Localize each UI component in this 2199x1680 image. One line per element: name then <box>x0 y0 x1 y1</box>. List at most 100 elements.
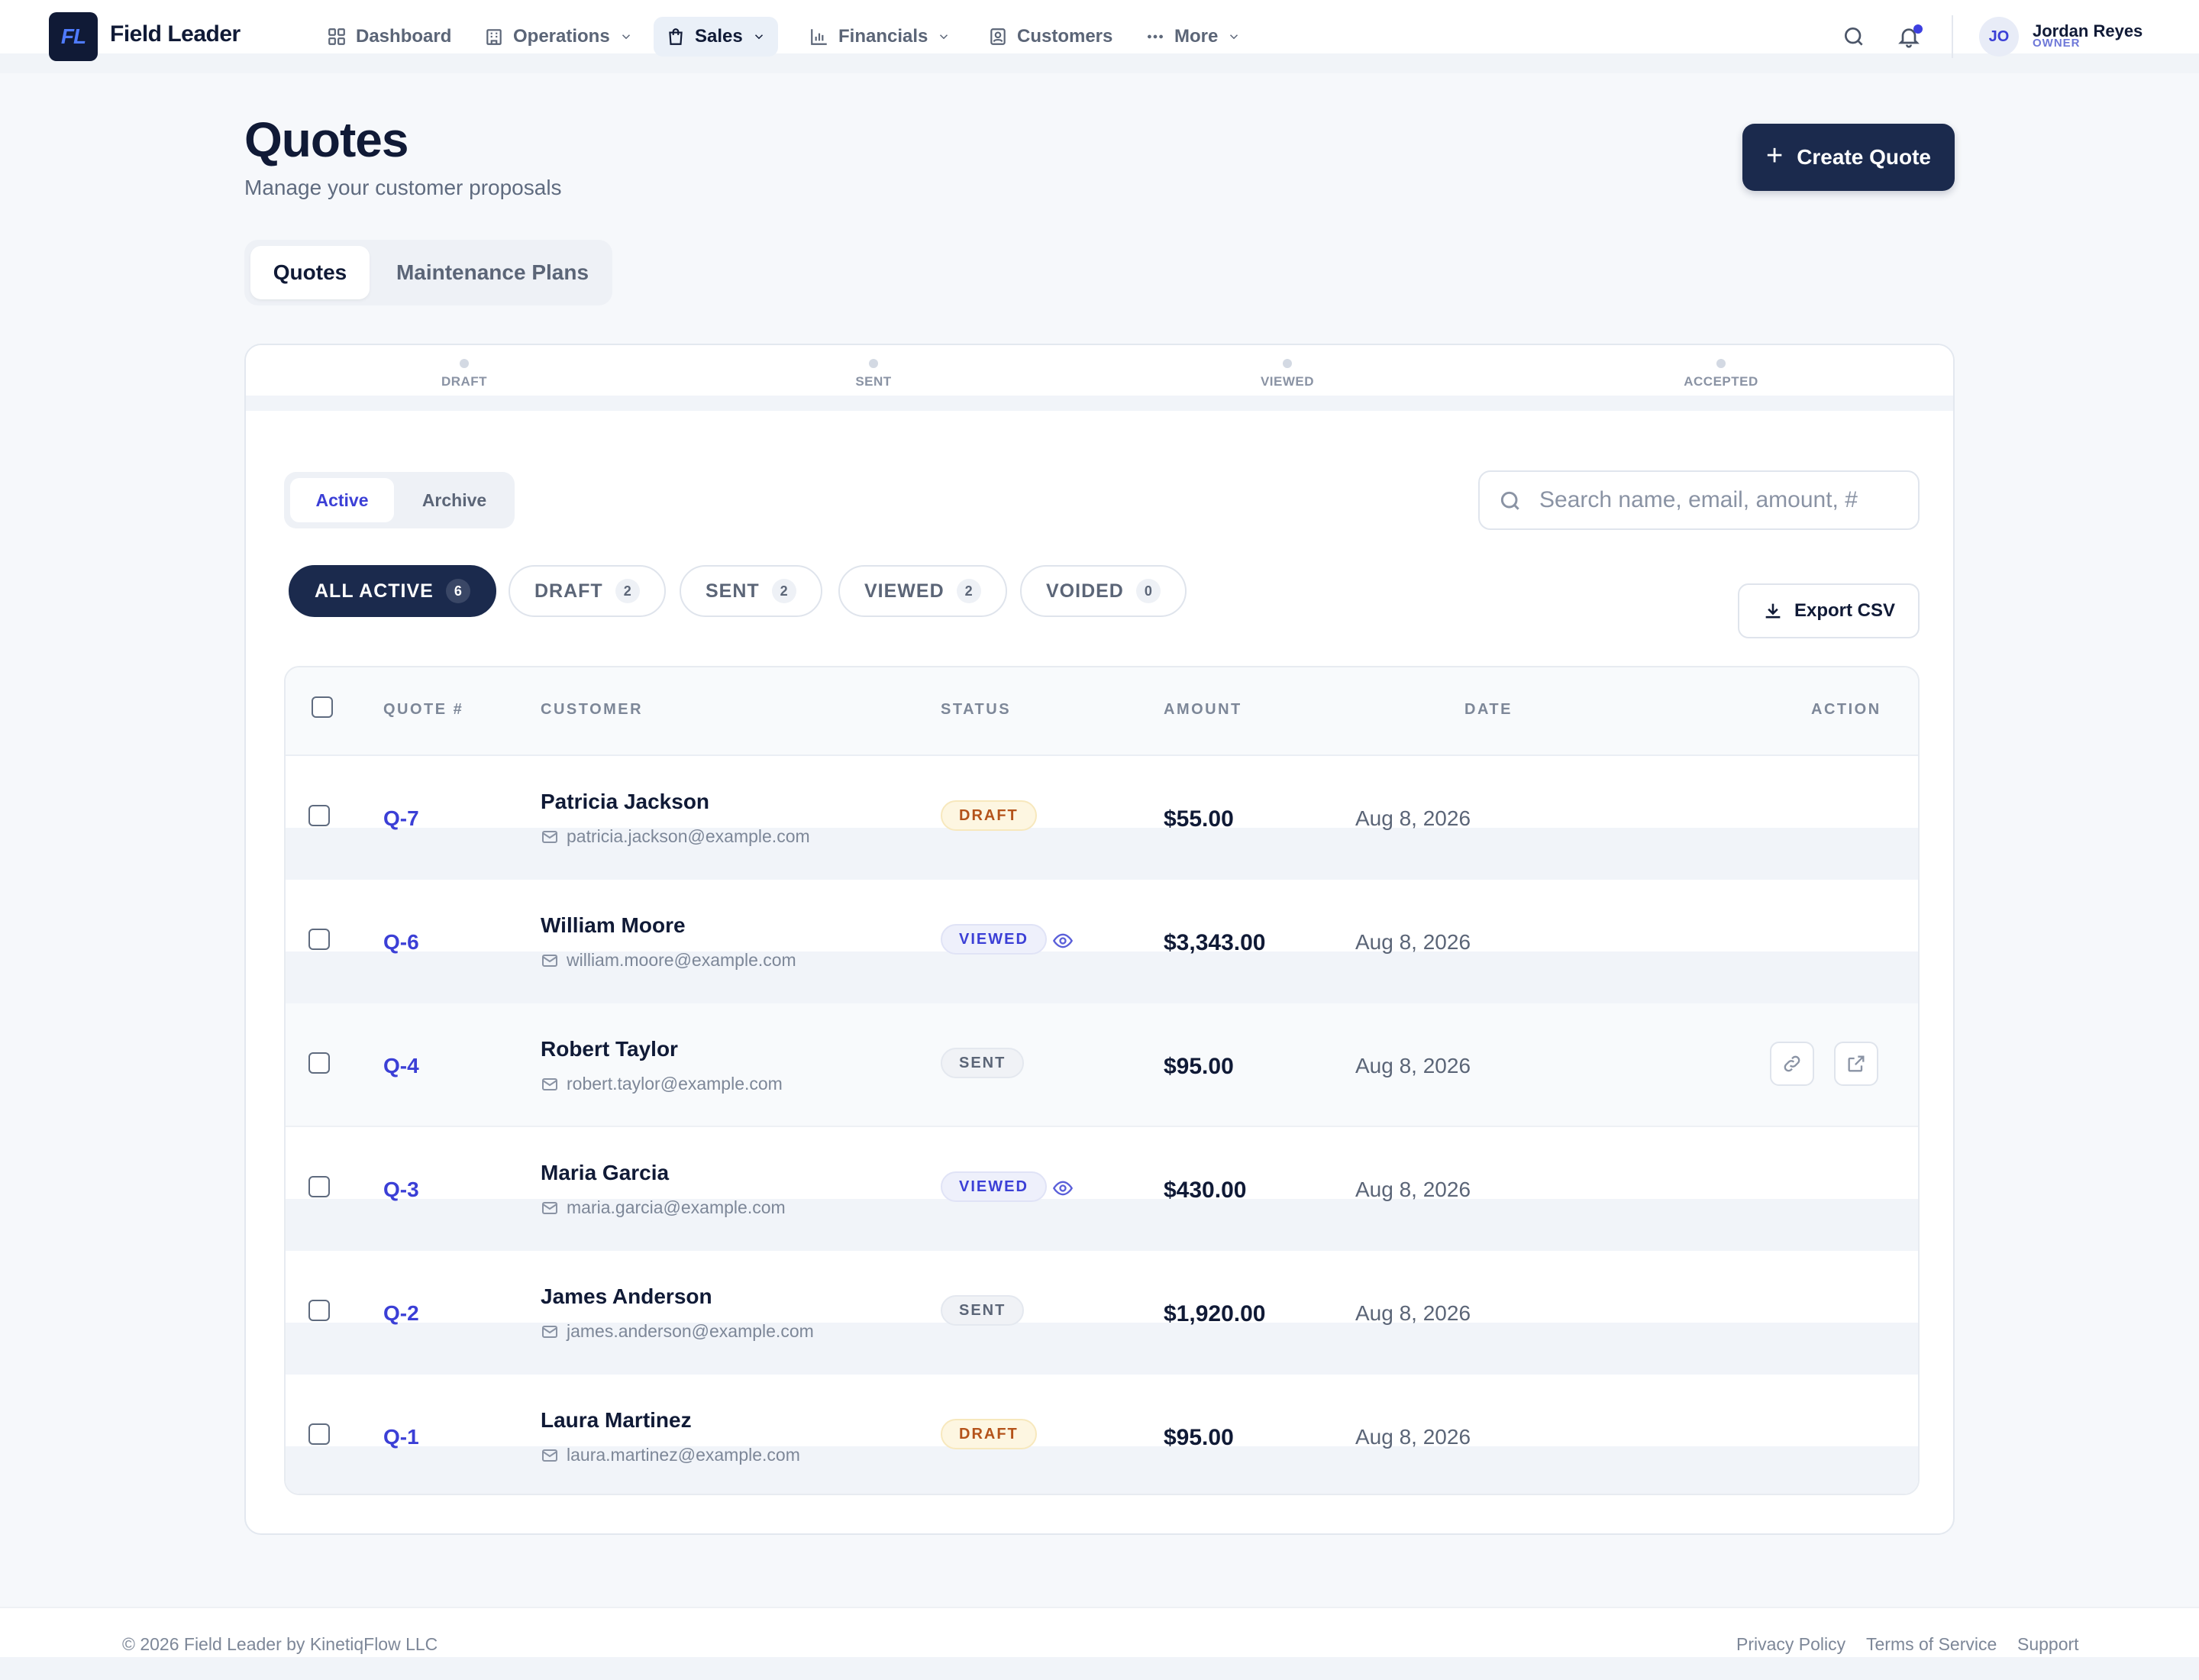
row-checkbox[interactable] <box>308 929 330 950</box>
segment-active[interactable]: Active <box>290 478 394 522</box>
step-dot <box>869 359 878 368</box>
header-customer[interactable]: CUSTOMER <box>541 701 643 719</box>
filter-count: 2 <box>956 579 981 603</box>
quote-number[interactable]: Q-4 <box>383 1054 419 1078</box>
customer-name: James Anderson <box>541 1284 712 1308</box>
header-action: ACTION <box>1811 701 1881 718</box>
table-row[interactable]: Q-2 James Anderson james.anderson@exampl… <box>286 1251 1918 1375</box>
quote-date: Aug 8, 2026 <box>1355 930 1471 954</box>
customer-name: Maria Garcia <box>541 1161 670 1184</box>
row-band <box>286 1199 1918 1251</box>
table-row[interactable]: Q-1 Laura Martinez laura.martinez@exampl… <box>286 1375 1918 1494</box>
filter-label: SENT <box>706 580 760 602</box>
create-quote-label: Create Quote <box>1797 145 1932 169</box>
plus-icon: + <box>1765 140 1784 172</box>
customer-email: maria.garcia@example.com <box>541 1197 786 1218</box>
chevron-down-icon <box>754 34 763 40</box>
quote-number[interactable]: Q-2 <box>383 1301 419 1326</box>
eye-icon <box>1052 933 1074 948</box>
quote-amount: $430.00 <box>1164 1178 1247 1203</box>
step-sent: SENT <box>797 359 950 389</box>
filter-sent[interactable]: SENT 2 <box>680 565 822 617</box>
logo-text: FL <box>60 24 86 48</box>
filter-voided[interactable]: VOIDED 0 <box>1020 565 1187 617</box>
footer-link-privacy[interactable]: Privacy Policy <box>1736 1634 1845 1655</box>
quote-number[interactable]: Q-1 <box>383 1425 419 1449</box>
customer-email-text: maria.garcia@example.com <box>567 1197 786 1217</box>
step-label: ACCEPTED <box>1684 374 1758 389</box>
customer-name: Laura Martinez <box>541 1408 692 1432</box>
nav-financials[interactable]: Financials <box>797 17 963 57</box>
header-quote[interactable]: QUOTE # <box>383 701 463 719</box>
filter-label: DRAFT <box>534 580 603 602</box>
search-button[interactable] <box>1839 21 1869 52</box>
app-name: Field Leader <box>110 21 241 47</box>
row-checkbox[interactable] <box>308 1423 330 1445</box>
quote-date: Aug 8, 2026 <box>1355 1054 1471 1077</box>
quote-date: Aug 8, 2026 <box>1355 806 1471 830</box>
search-input[interactable] <box>1539 483 1906 518</box>
nav-customers-label: Customers <box>1017 26 1113 47</box>
nav-customers[interactable]: Customers <box>976 17 1125 57</box>
nav-dashboard[interactable]: Dashboard <box>315 17 463 57</box>
nav-more[interactable]: More <box>1133 17 1253 57</box>
user-role: OWNER <box>2033 37 2081 50</box>
table-row[interactable]: Q-6 William Moore william.moore@example.… <box>286 880 1918 1003</box>
row-checkbox[interactable] <box>308 805 330 826</box>
footer-link-terms[interactable]: Terms of Service <box>1866 1634 1997 1655</box>
quote-amount: $1,920.00 <box>1164 1301 1266 1326</box>
quote-number[interactable]: Q-7 <box>383 806 419 831</box>
download-icon <box>1765 603 1781 619</box>
header-date[interactable]: DATE <box>1464 701 1513 719</box>
filter-viewed[interactable]: VIEWED 2 <box>838 565 1007 617</box>
search-icon <box>1845 27 1863 46</box>
app-logo[interactable]: FL <box>49 12 98 61</box>
nav-sales[interactable]: Sales <box>654 17 778 57</box>
open-external-button[interactable] <box>1834 1042 1878 1086</box>
footer-link-support[interactable]: Support <box>2017 1634 2079 1655</box>
tab-maintenance-plans[interactable]: Maintenance Plans <box>382 246 603 299</box>
select-all-checkbox[interactable] <box>312 696 333 718</box>
step-label: DRAFT <box>441 374 488 389</box>
row-checkbox[interactable] <box>308 1176 330 1197</box>
row-checkbox[interactable] <box>308 1300 330 1321</box>
nav-dashboard-label: Dashboard <box>356 26 452 47</box>
filter-count: 2 <box>771 579 796 603</box>
customer-email: patricia.jackson@example.com <box>541 826 810 847</box>
footer-copyright: © 2026 Field Leader by KinetiqFlow LLC <box>122 1634 438 1654</box>
filter-count: 6 <box>445 579 470 603</box>
mail-icon <box>542 1325 557 1338</box>
customer-name: William Moore <box>541 913 686 937</box>
nav-more-label: More <box>1174 26 1219 47</box>
row-band <box>286 1323 1918 1375</box>
table-row[interactable]: Q-4 Robert Taylor robert.taylor@example.… <box>286 1003 1918 1127</box>
status-badge: DRAFT <box>941 800 1037 831</box>
quote-number[interactable]: Q-6 <box>383 930 419 955</box>
quote-number[interactable]: Q-3 <box>383 1178 419 1202</box>
table-row[interactable]: Q-3 Maria Garcia maria.garcia@example.co… <box>286 1127 1918 1251</box>
step-draft: DRAFT <box>388 359 541 389</box>
table-header: QUOTE # CUSTOMER STATUS AMOUNT DATE ACTI… <box>286 667 1918 756</box>
header-status[interactable]: STATUS <box>941 701 1011 719</box>
quote-date: Aug 8, 2026 <box>1355 1178 1471 1201</box>
status-badge: VIEWED <box>941 924 1047 955</box>
nav-operations[interactable]: Operations <box>472 17 645 57</box>
tab-quotes[interactable]: Quotes <box>250 246 370 299</box>
filter-all-active[interactable]: ALL ACTIVE 6 <box>289 565 496 617</box>
eye-icon <box>1052 1181 1074 1196</box>
header-amount[interactable]: AMOUNT <box>1164 701 1242 719</box>
copy-link-button[interactable] <box>1770 1042 1814 1086</box>
filter-draft[interactable]: DRAFT 2 <box>509 565 666 617</box>
nav-sales-label: Sales <box>695 26 743 47</box>
step-accepted: ACCEPTED <box>1645 359 1797 389</box>
avatar[interactable]: JO <box>1979 17 2019 57</box>
customer-email: robert.taylor@example.com <box>541 1074 783 1094</box>
row-checkbox[interactable] <box>308 1052 330 1074</box>
segment-archive[interactable]: Archive <box>399 478 510 522</box>
contact-icon <box>990 28 1006 45</box>
bar-chart-icon <box>811 29 827 45</box>
table-row[interactable]: Q-7 Patricia Jackson patricia.jackson@ex… <box>286 756 1918 880</box>
export-csv-button[interactable]: Export CSV <box>1738 583 1920 638</box>
step-dot <box>1716 359 1726 368</box>
create-quote-button[interactable]: + Create Quote <box>1742 124 1955 191</box>
